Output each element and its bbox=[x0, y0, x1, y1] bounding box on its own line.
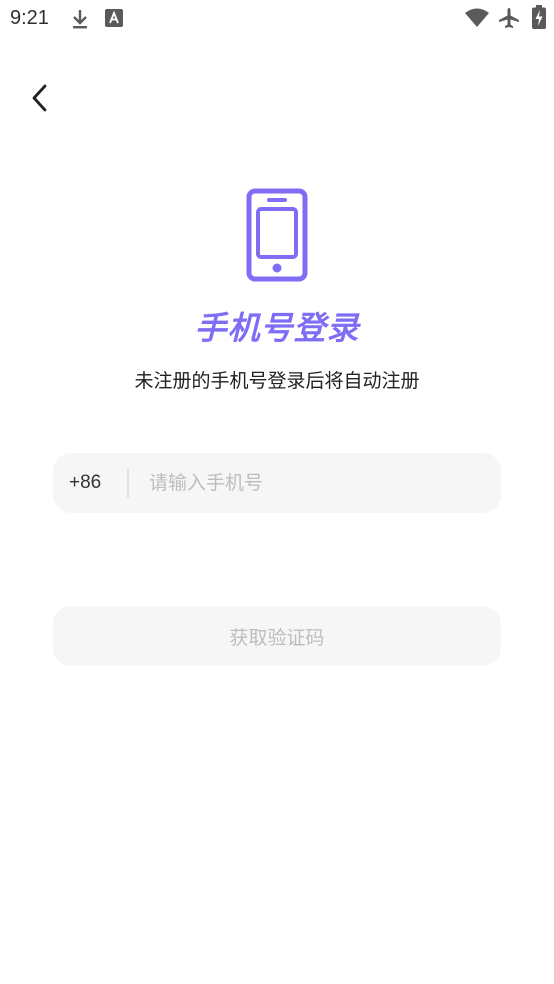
input-divider bbox=[127, 468, 129, 498]
phone-input-container: +86 bbox=[53, 453, 501, 513]
chevron-left-icon bbox=[32, 84, 47, 112]
battery-charging-icon bbox=[532, 5, 546, 33]
status-time: 9:21 bbox=[10, 7, 49, 29]
download-icon bbox=[70, 8, 90, 34]
country-code-selector[interactable]: +86 bbox=[69, 453, 101, 513]
wifi-icon bbox=[464, 8, 490, 32]
back-button[interactable] bbox=[22, 78, 58, 118]
status-bar: 9:21 bbox=[0, 0, 554, 38]
get-code-button[interactable]: 获取验证码 bbox=[53, 606, 501, 666]
smartphone-icon bbox=[246, 188, 308, 286]
phone-number-input[interactable] bbox=[149, 453, 479, 513]
login-screen: 9:21 手机号登录 未注册的手机号登录后将自动注册 +86 请输入手机号 获取… bbox=[0, 0, 554, 984]
page-title: 手机号登录 bbox=[194, 309, 360, 347]
font-a-icon bbox=[105, 9, 123, 31]
page-subtitle: 未注册的手机号登录后将自动注册 bbox=[134, 370, 420, 392]
airplane-mode-icon bbox=[498, 7, 520, 33]
